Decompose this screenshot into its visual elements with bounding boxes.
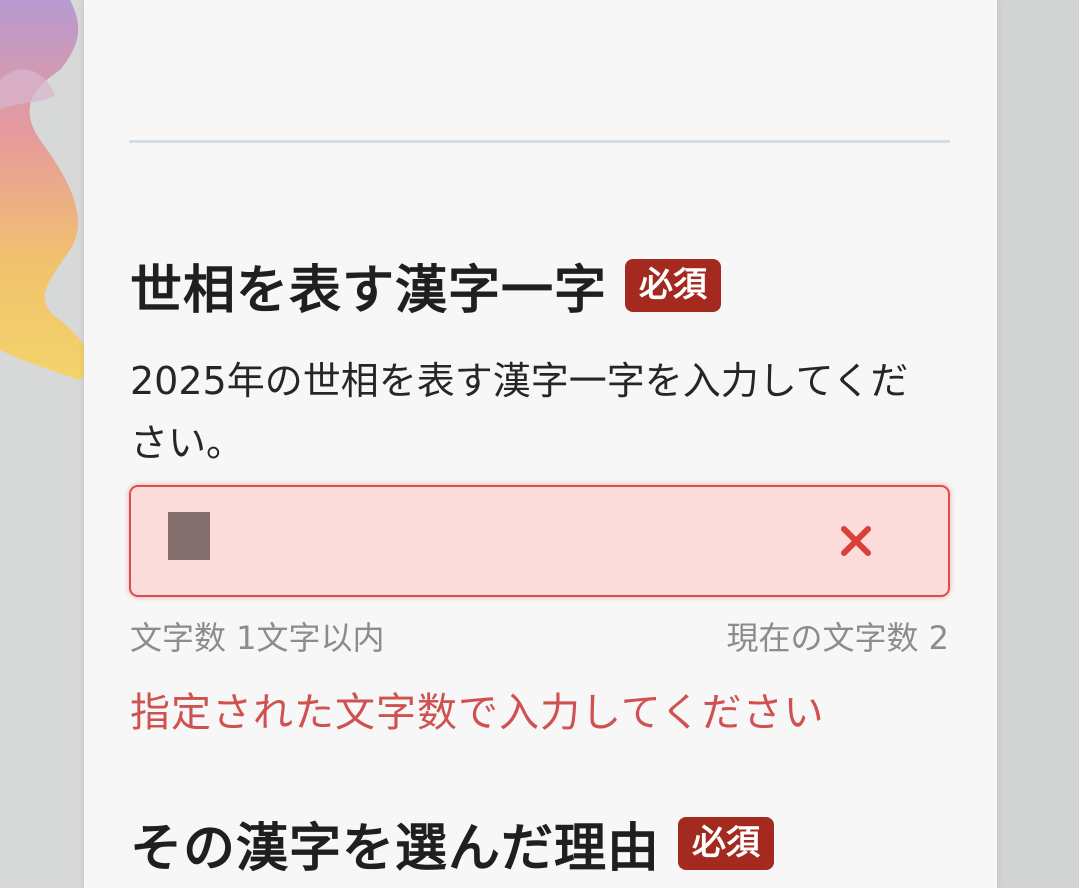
kanji-input[interactable] [129,485,950,597]
char-limit-hint: 文字数 1文字以内 [130,619,385,657]
required-badge: 必須 [678,816,775,871]
kanji-field-label: 世相を表す漢字一字 [130,261,608,321]
kanji-field-heading: 世相を表す漢字一字 必須 [130,248,722,323]
reason-field-heading: その漢字を選んだ理由 必須 [130,806,775,881]
reason-field-label: その漢字を選んだ理由 [130,819,661,879]
form-card: 世相を表す漢字一字 必須 2025年の世相を表す漢字一字を入力してください。 文… [84,0,997,888]
validation-error: 指定された文字数で入力してください [130,690,825,736]
background-right [997,0,1079,888]
kanji-input-value [168,512,210,560]
close-icon[interactable] [838,523,874,559]
required-badge: 必須 [625,258,722,313]
kanji-field-description: 2025年の世相を表す漢字一字を入力してください。 [130,359,909,465]
section-divider [129,140,950,143]
char-count-current: 現在の文字数 2 [726,619,949,657]
